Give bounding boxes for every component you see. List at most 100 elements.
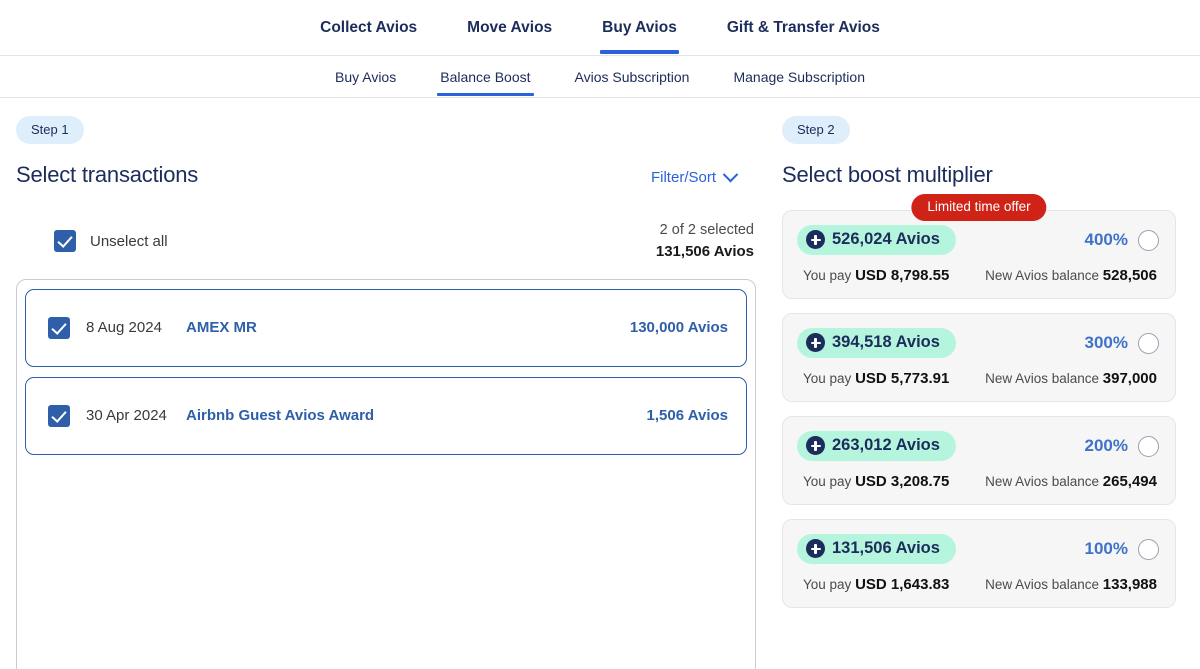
pay-label: You pay: [803, 474, 852, 489]
boost-new-balance: 528,506: [1102, 267, 1157, 284]
filter-sort-label: Filter/Sort: [650, 169, 716, 186]
subnav-item-avios-subscription[interactable]: Avios Subscription: [572, 58, 693, 95]
boost-option-radio[interactable]: [1138, 435, 1159, 457]
boost-option-header: 394,518 Avios 300%: [797, 328, 1159, 358]
selected-total-avios: 131,506 Avios: [655, 243, 754, 261]
boost-balance-line: New Avios balance 397,000: [985, 370, 1157, 387]
avios-amount-pill: 526,024 Avios: [797, 225, 956, 255]
transaction-date: 30 Apr 2024: [86, 407, 167, 425]
boost-avios-amount: 526,024 Avios: [832, 230, 940, 248]
subnav-item-manage-subscription[interactable]: Manage Subscription: [730, 58, 868, 95]
transaction-description[interactable]: AMEX MR: [186, 319, 630, 336]
step-1-title-row: Select transactions Filter/Sort: [16, 144, 756, 188]
pay-label: You pay: [803, 371, 852, 386]
pay-label: You pay: [803, 268, 852, 283]
table-row[interactable]: 30 Apr 2024 Airbnb Guest Avios Award 1,5…: [25, 376, 747, 455]
selection-summary: 2 of 2 selected 131,506 Avios: [656, 220, 754, 263]
step-1-panel: Step 1 Select transactions Filter/Sort U…: [0, 98, 772, 669]
plus-circle-icon: [806, 436, 825, 455]
boost-option-400[interactable]: Limited time offer 526,024 Avios 400% Yo…: [782, 194, 1176, 299]
boost-avios-amount: 394,518 Avios: [832, 333, 940, 351]
boost-option-header: 131,506 Avios 100%: [797, 534, 1159, 564]
boost-balance-line: New Avios balance 265,494: [985, 473, 1157, 490]
boost-pay-value: USD 3,208.75: [855, 473, 950, 490]
boost-avios-amount: 131,506 Avios: [832, 539, 940, 557]
boost-multiplier-control[interactable]: 100%: [1084, 538, 1159, 560]
transaction-amount: 1,506 Avios: [646, 407, 728, 425]
boost-multiplier-value: 400%: [1084, 230, 1128, 249]
avios-amount-pill: 263,012 Avios: [797, 431, 956, 461]
select-all-row: Unselect all 2 of 2 selected 131,506 Avi…: [16, 220, 756, 263]
step-1-badge: Step 1: [16, 116, 84, 144]
boost-pay-line: You pay USD 5,773.91: [803, 370, 949, 387]
boost-new-balance: 133,988: [1102, 576, 1157, 593]
boost-new-balance: 397,000: [1102, 370, 1157, 387]
avios-amount-pill: 131,506 Avios: [797, 534, 956, 564]
boost-pay-line: You pay USD 1,643.83: [803, 576, 949, 593]
plus-circle-icon: [806, 333, 825, 352]
step-2-panel: Step 2 Select boost multiplier Limited t…: [772, 98, 1200, 667]
transaction-list: 8 Aug 2024 AMEX MR 130,000 Avios 30 Apr …: [16, 278, 756, 669]
boost-option-radio[interactable]: [1138, 229, 1159, 251]
boost-new-balance: 265,494: [1102, 473, 1157, 490]
boost-avios-amount: 263,012 Avios: [832, 436, 940, 454]
boost-balance-line: New Avios balance 133,988: [985, 576, 1157, 593]
balance-label: New Avios balance: [985, 268, 1099, 283]
boost-option-footer: You pay USD 3,208.75 New Avios balance 2…: [797, 473, 1159, 490]
boost-option-header: 526,024 Avios 400%: [797, 225, 1159, 255]
nav-item-buy-avios[interactable]: Buy Avios: [600, 2, 679, 54]
subnav-item-balance-boost[interactable]: Balance Boost: [437, 58, 534, 96]
boost-option-header: 263,012 Avios 200%: [797, 431, 1159, 461]
select-transactions-title: Select transactions: [16, 162, 199, 187]
boost-multiplier-value: 100%: [1084, 539, 1128, 558]
boost-option-footer: You pay USD 8,798.55 New Avios balance 5…: [797, 267, 1159, 284]
nav-item-collect-avios[interactable]: Collect Avios: [318, 2, 419, 53]
nav-item-move-avios[interactable]: Move Avios: [465, 2, 554, 53]
transaction-amount: 130,000 Avios: [629, 319, 728, 337]
boost-option-footer: You pay USD 5,773.91 New Avios balance 3…: [797, 370, 1159, 387]
balance-label: New Avios balance: [985, 474, 1099, 489]
boost-multiplier-control[interactable]: 400%: [1084, 229, 1159, 251]
boost-multiplier-control[interactable]: 200%: [1085, 435, 1159, 457]
balance-label: New Avios balance: [985, 577, 1099, 592]
boost-option-list: Limited time offer 526,024 Avios 400% Yo…: [782, 194, 1176, 608]
transaction-date: 8 Aug 2024: [86, 319, 162, 337]
boost-pay-value: USD 1,643.83: [855, 576, 950, 593]
boost-pay-value: USD 8,798.55: [855, 267, 950, 284]
boost-pay-line: You pay USD 8,798.55: [803, 267, 949, 284]
transaction-description[interactable]: Airbnb Guest Avios Award: [186, 407, 647, 424]
transaction-checkbox[interactable]: [48, 316, 70, 339]
unselect-all-checkbox[interactable]: [54, 230, 76, 253]
pay-label: You pay: [803, 577, 852, 592]
primary-navigation: Collect Avios Move Avios Buy Avios Gift …: [0, 0, 1200, 56]
boost-balance-line: New Avios balance 528,506: [985, 267, 1157, 284]
boost-option-footer: You pay USD 1,643.83 New Avios balance 1…: [797, 576, 1159, 593]
boost-option-300[interactable]: 394,518 Avios 300% You pay USD 5,773.91 …: [782, 313, 1176, 402]
chevron-down-icon: [722, 166, 739, 183]
plus-circle-icon: [806, 539, 825, 558]
secondary-navigation: Buy Avios Balance Boost Avios Subscripti…: [0, 56, 1200, 98]
limited-time-offer-badge: Limited time offer: [911, 194, 1047, 221]
boost-option-radio[interactable]: [1138, 538, 1159, 560]
boost-option-200[interactable]: 263,012 Avios 200% You pay USD 3,208.75 …: [782, 416, 1176, 505]
boost-pay-value: USD 5,773.91: [855, 370, 950, 387]
select-boost-multiplier-title: Select boost multiplier: [782, 162, 993, 187]
selected-count: 2 of 2 selected: [659, 222, 754, 238]
step-2-badge: Step 2: [782, 116, 850, 144]
boost-multiplier-control[interactable]: 300%: [1084, 332, 1159, 354]
boost-option-100[interactable]: 131,506 Avios 100% You pay USD 1,643.83 …: [782, 519, 1176, 608]
avios-amount-pill: 394,518 Avios: [797, 328, 956, 358]
boost-pay-line: You pay USD 3,208.75: [803, 473, 949, 490]
unselect-all-control[interactable]: Unselect all: [54, 230, 168, 253]
unselect-all-label: Unselect all: [90, 232, 168, 250]
boost-option-radio[interactable]: [1138, 332, 1159, 354]
plus-circle-icon: [806, 230, 825, 249]
balance-label: New Avios balance: [985, 371, 1099, 386]
table-row[interactable]: 8 Aug 2024 AMEX MR 130,000 Avios: [25, 288, 747, 367]
page-content: Step 1 Select transactions Filter/Sort U…: [0, 98, 1200, 669]
transaction-checkbox[interactable]: [48, 404, 70, 427]
boost-multiplier-value: 300%: [1084, 333, 1128, 352]
nav-item-gift-transfer-avios[interactable]: Gift & Transfer Avios: [725, 2, 882, 53]
filter-sort-button[interactable]: Filter/Sort: [650, 166, 756, 186]
subnav-item-buy-avios[interactable]: Buy Avios: [332, 58, 399, 95]
